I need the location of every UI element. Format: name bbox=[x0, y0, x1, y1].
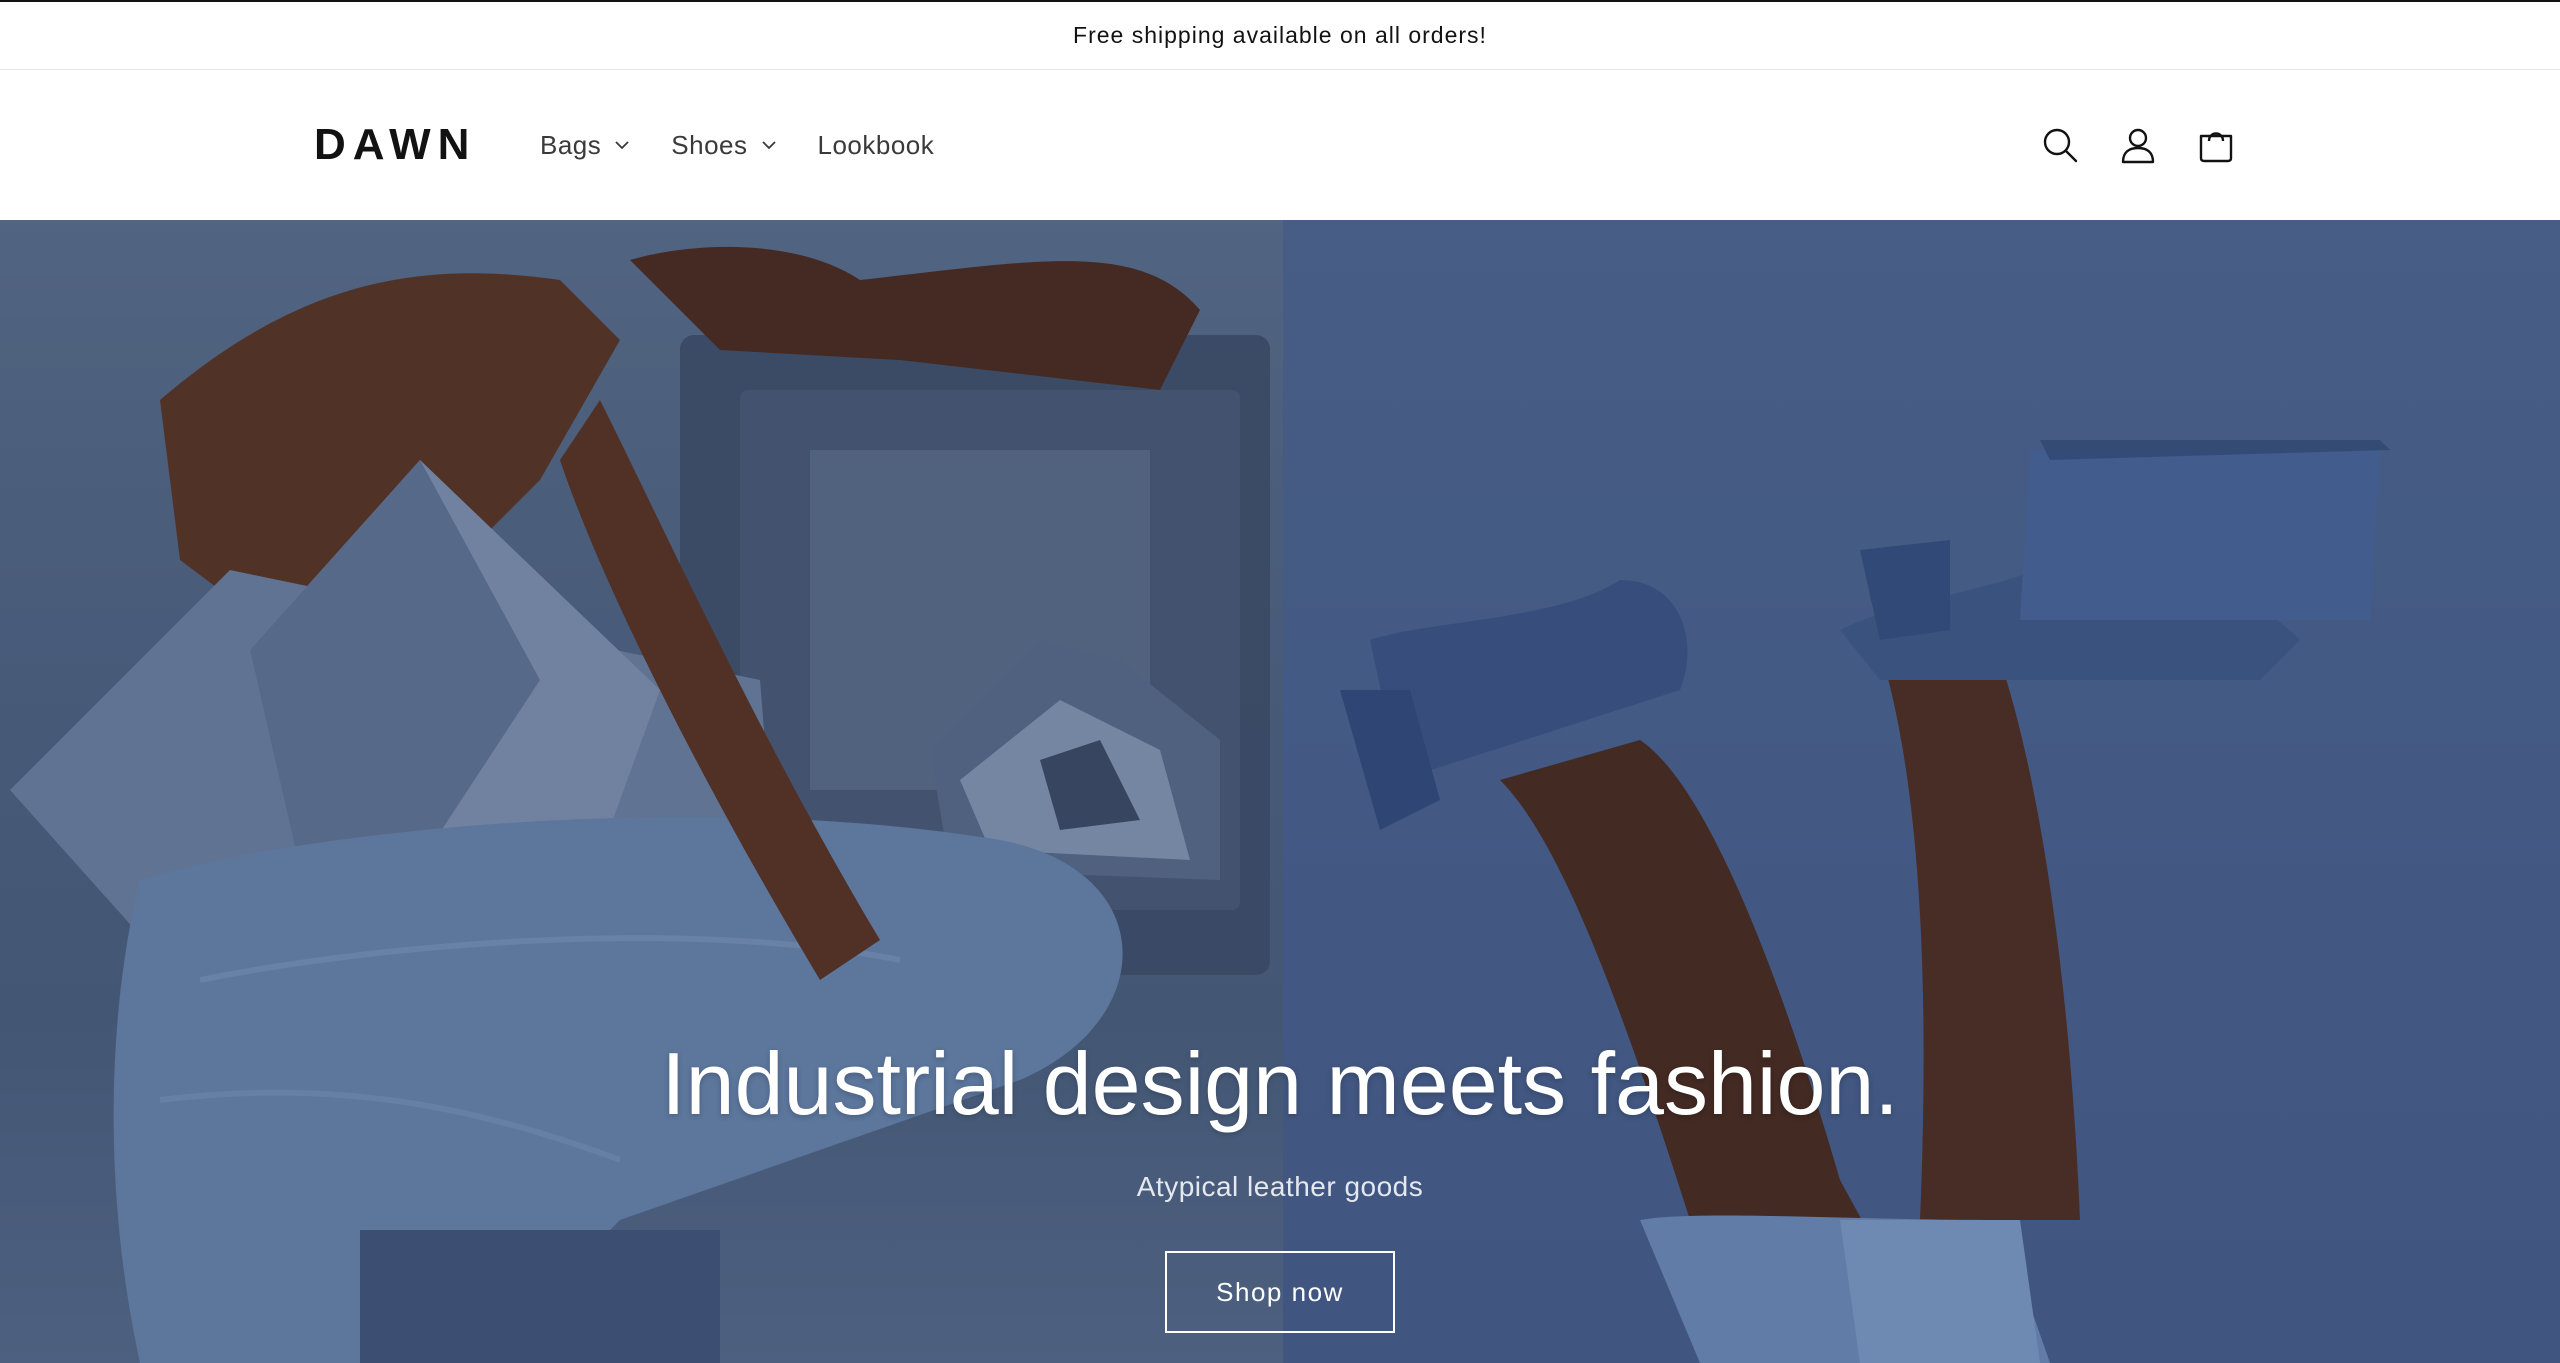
hero-banner: Industrial design meets fashion. Atypica… bbox=[0, 220, 2560, 1363]
nav-item-label: Shoes bbox=[671, 129, 748, 160]
main-nav: Bags Shoes Lookbook bbox=[540, 70, 974, 220]
account-icon[interactable] bbox=[2118, 125, 2158, 165]
hero-title: Industrial design meets fashion. bbox=[661, 1034, 1899, 1133]
nav-item-label: Bags bbox=[540, 129, 602, 160]
hero-content: Industrial design meets fashion. Atypica… bbox=[0, 220, 2560, 1363]
chevron-down-icon bbox=[761, 141, 776, 150]
nav-item-shoes[interactable]: Shoes bbox=[671, 130, 777, 161]
nav-item-label: Lookbook bbox=[817, 129, 935, 160]
hero-subtitle: Atypical leather goods bbox=[1136, 1171, 1424, 1202]
header-icons bbox=[2040, 70, 2236, 220]
store-logo[interactable]: DAWN bbox=[314, 120, 476, 170]
search-icon[interactable] bbox=[2040, 125, 2080, 165]
shop-now-button[interactable]: Shop now bbox=[1165, 1251, 1395, 1333]
nav-item-bags[interactable]: Bags bbox=[540, 130, 631, 161]
announcement-bar: Free shipping available on all orders! bbox=[0, 0, 2560, 70]
chevron-down-icon bbox=[615, 141, 629, 150]
nav-item-lookbook[interactable]: Lookbook bbox=[818, 130, 935, 161]
site-header: DAWN Bags Shoes Lookbook bbox=[0, 70, 2560, 220]
cart-icon[interactable] bbox=[2196, 125, 2236, 165]
announcement-text: Free shipping available on all orders! bbox=[1073, 22, 1487, 48]
